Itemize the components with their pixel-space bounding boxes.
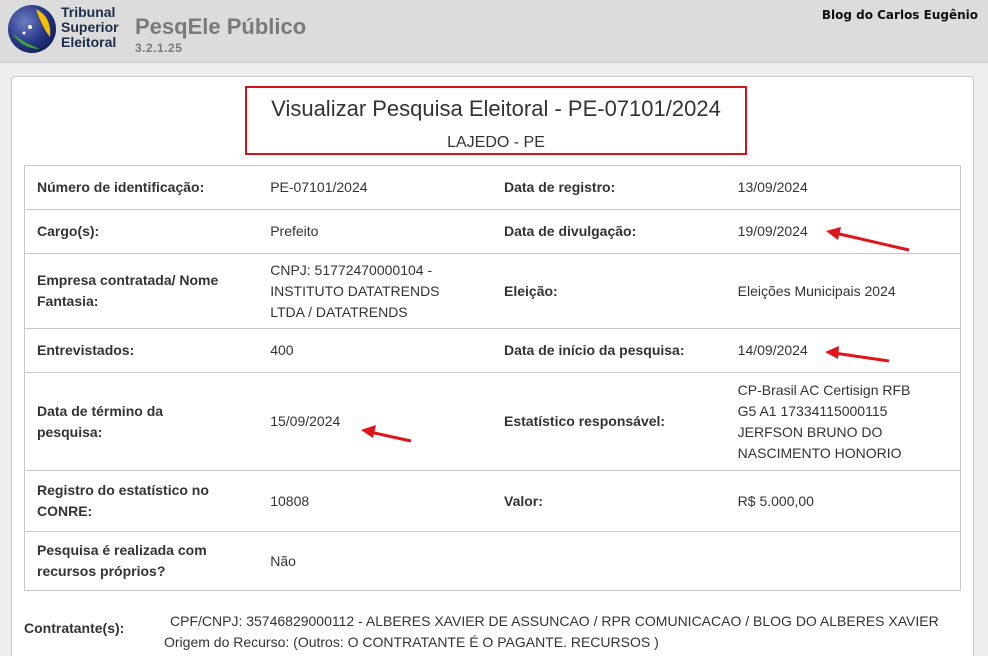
field-label: Pesquisa é realizada com recursos própri… <box>24 531 259 591</box>
field-label: Data de início da pesquisa: <box>492 328 726 373</box>
contratante-label: Contratante(s): <box>24 620 125 636</box>
org-line: Tribunal <box>61 4 116 20</box>
table-row: Número de identificação: PE-07101/2024 D… <box>25 166 961 210</box>
page-subtitle: LAJEDO - PE <box>447 134 545 151</box>
field-value: CP-Brasil AC Certisign RFB G5 A1 1733411… <box>725 372 961 471</box>
field-value: 14/09/2024 <box>725 328 961 373</box>
table-row: Empresa contratada/ Nome Fantasia: CNPJ:… <box>24 253 961 329</box>
table-row: Data de término da pesquisa: 15/09/2024 … <box>24 372 961 471</box>
org-line: Eleitoral <box>61 34 117 50</box>
contratante-value: CPF/CNPJ: 35746829000112 - ALBERES XAVIE… <box>164 613 939 650</box>
app-title: PesqEle Público <box>135 14 307 39</box>
field-value: 19/09/2024 <box>725 209 961 254</box>
field-label: Número de identificação: <box>37 179 205 195</box>
page-title: Visualizar Pesquisa Eleitoral - PE-07101… <box>271 96 721 121</box>
field-value: 15/09/2024 <box>258 372 492 471</box>
field-label: Data de divulgação: <box>492 209 726 254</box>
field-value: 400 <box>258 328 492 373</box>
field-label: Cargo(s): <box>24 209 259 254</box>
field-value: PE-07101/2024 <box>270 179 368 195</box>
table-row: Cargo(s): Prefeito Data de divulgação: 1… <box>24 209 961 254</box>
field-value: 13/09/2024 <box>737 179 808 195</box>
field-label: Entrevistados: <box>24 328 259 373</box>
field-label: Data de término da pesquisa: <box>24 372 259 471</box>
field-label: Estatístico responsável: <box>492 372 726 471</box>
field-value: CNPJ: 51772470000104 - INSTITUTO DATATRE… <box>258 253 492 329</box>
tse-globe-logo-icon <box>8 5 56 53</box>
table-row: Registro do estatístico no CONRE: 10808 … <box>24 470 961 532</box>
app-version: 3.2.1.25 <box>135 41 183 55</box>
app-header: Tribunal Superior Eleitoral PesqEle Públ… <box>0 0 988 63</box>
field-label: Valor: <box>492 470 726 532</box>
field-label: Registro do estatístico no CONRE: <box>24 470 259 532</box>
field-value: 10808 <box>258 470 492 532</box>
tse-org-name: Tribunal Superior Eleitoral <box>61 5 119 50</box>
field-value: R$ 5.000,00 <box>725 470 961 532</box>
blog-watermark: Blog do Carlos Eugênio <box>821 8 978 22</box>
survey-details-panel: Visualizar Pesquisa Eleitoral - PE-07101… <box>11 76 974 656</box>
field-value: Prefeito <box>258 209 492 254</box>
field-label: Empresa contratada/ Nome Fantasia: <box>24 253 259 329</box>
field-value: Não <box>258 531 492 591</box>
title-highlight-box: Visualizar Pesquisa Eleitoral - PE-07101… <box>245 86 747 155</box>
table-row: Entrevistados: 400 Data de início da pes… <box>24 328 961 373</box>
field-label: Eleição: <box>492 253 726 329</box>
field-value <box>725 531 961 591</box>
field-label: Data de registro: <box>504 179 616 195</box>
org-line: Superior <box>61 19 119 35</box>
field-label <box>492 531 726 591</box>
table-row: Pesquisa é realizada com recursos própri… <box>24 531 961 591</box>
field-value: Eleições Municipais 2024 <box>725 253 961 329</box>
survey-info-table: Número de identificação: PE-07101/2024 D… <box>24 165 961 591</box>
